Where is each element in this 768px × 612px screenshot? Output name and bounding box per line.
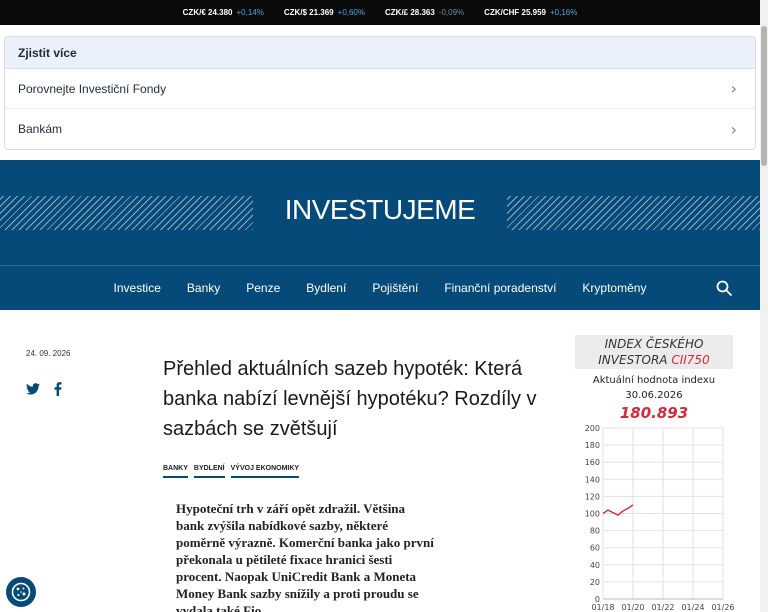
y-tick-label: 140 [585,475,600,484]
index-title-line2: INVESTORA CII750 [575,352,733,368]
ticker-item: CZK/$ 21.369 +0,60% [284,8,365,17]
ticker-item: CZK/€ 24.380 +0,14% [183,8,264,17]
scrollbar-thumb[interactable] [761,26,767,166]
ticker-change: -0,09% [438,8,465,17]
index-widget: INDEX ČESKÉHO INVESTORA CII750 Aktuální … [575,335,735,612]
learn-more-heading: Zjistit více [5,37,755,69]
twitter-icon[interactable] [26,383,40,395]
learn-more-link-funds[interactable]: Porovnejte Investiční Fondy › [5,69,755,109]
ticker-change: +0,14% [236,8,264,17]
y-tick-label: 60 [590,544,600,553]
main-navigation: Investice Banky Penze Bydlení Pojištění … [0,265,760,310]
site-header-banner: INVESTUJEME [0,160,760,265]
index-date: 30.06.2026 [625,390,683,401]
nav-item-pojisteni[interactable]: Pojištění [372,281,418,295]
nav-item-kryptomeny[interactable]: Kryptoměny [582,281,646,295]
x-tick-label: 01/22 [651,603,674,612]
cookie-icon [11,582,31,602]
tag-bydleni[interactable]: BYDLENÍ [193,465,225,478]
y-tick-label: 80 [590,527,600,536]
learn-more-link-label: Bankám [18,122,63,136]
x-tick-label: 01/26 [711,603,734,612]
ticker-pair: CZK/$ 21.369 [283,8,334,17]
share-buttons [26,382,62,396]
learn-more-link-banks[interactable]: Bankám › [5,109,755,149]
tag-banky[interactable]: BANKY [163,465,188,478]
x-tick-label: 01/18 [591,603,614,612]
nav-item-banky[interactable]: Banky [187,281,220,295]
search-icon[interactable] [716,280,732,296]
learn-more-box: Zjistit více Porovnejte Investiční Fondy… [4,36,756,150]
index-title-line1: INDEX ČESKÉHO [604,337,704,351]
index-widget-title: INDEX ČESKÉHO INVESTORA CII750 [575,335,733,369]
ticker-pair: CZK/€ 24.380 [182,8,233,17]
y-tick-label: 120 [585,492,600,501]
site-logo[interactable]: INVESTUJEME [280,194,480,226]
index-code: CII750 [671,353,710,367]
x-tick-label: 01/24 [681,603,704,612]
chevron-right-icon: › [730,79,737,98]
chevron-right-icon: › [730,119,737,139]
index-title-text: INVESTORA [598,353,668,367]
nav-item-penze[interactable]: Penze [246,281,280,295]
ticker-change: +0,16% [549,8,578,17]
article-title: Přehled aktuálních sazeb hypoték: Která … [163,358,537,440]
ticker-item: CZK/£ 28.363 -0,09% [385,8,464,17]
index-value: 180.893 [619,404,689,422]
ticker-pair: CZK/£ 28.363 [385,8,435,17]
tag-vyvoj-ekonomiky[interactable]: VÝVOJ EKONOMIKY [230,465,300,478]
nav-item-investice[interactable]: Investice [114,281,161,295]
nav-item-financni-poradenstvi[interactable]: Finanční poradenství [444,281,556,295]
facebook-icon[interactable] [54,382,62,396]
decorative-hatch-right [507,196,760,230]
y-tick-label: 100 [585,510,600,519]
article-lead: Hypoteční trh v září opět zdražil. Větši… [176,501,434,612]
article-date: 24. 09. 2026 [26,349,71,358]
ticker-item: CZK/CHF 25.959 +0,16% [484,8,577,17]
cookie-settings-button[interactable] [6,577,36,607]
ticker-change: +0,60% [337,8,365,17]
article-tags: BANKY BYDLENÍ VÝVOJ EKONOMIKY [163,465,300,478]
ticker-pair: CZK/CHF 25.959 [484,8,546,17]
y-tick-label: 40 [590,561,600,570]
y-tick-label: 200 [585,424,600,433]
y-tick-label: 160 [585,458,600,467]
x-tick-label: 01/20 [621,603,644,612]
nav-item-bydleni[interactable]: Bydlení [306,281,346,295]
currency-ticker: CZK/€ 24.380 +0,14% CZK/$ 21.369 +0,60% … [0,0,760,25]
y-tick-label: 20 [590,578,600,587]
decorative-hatch-left [0,196,253,230]
learn-more-link-label: Porovnejte Investiční Fondy [18,81,167,96]
y-tick-label: 180 [585,441,600,450]
index-subtitle: Aktuální hodnota indexu [592,375,716,386]
page-scrollbar[interactable] [760,0,768,612]
index-line-chart: 02040608010012014016018020001/18 01/20 01/… [585,424,735,612]
